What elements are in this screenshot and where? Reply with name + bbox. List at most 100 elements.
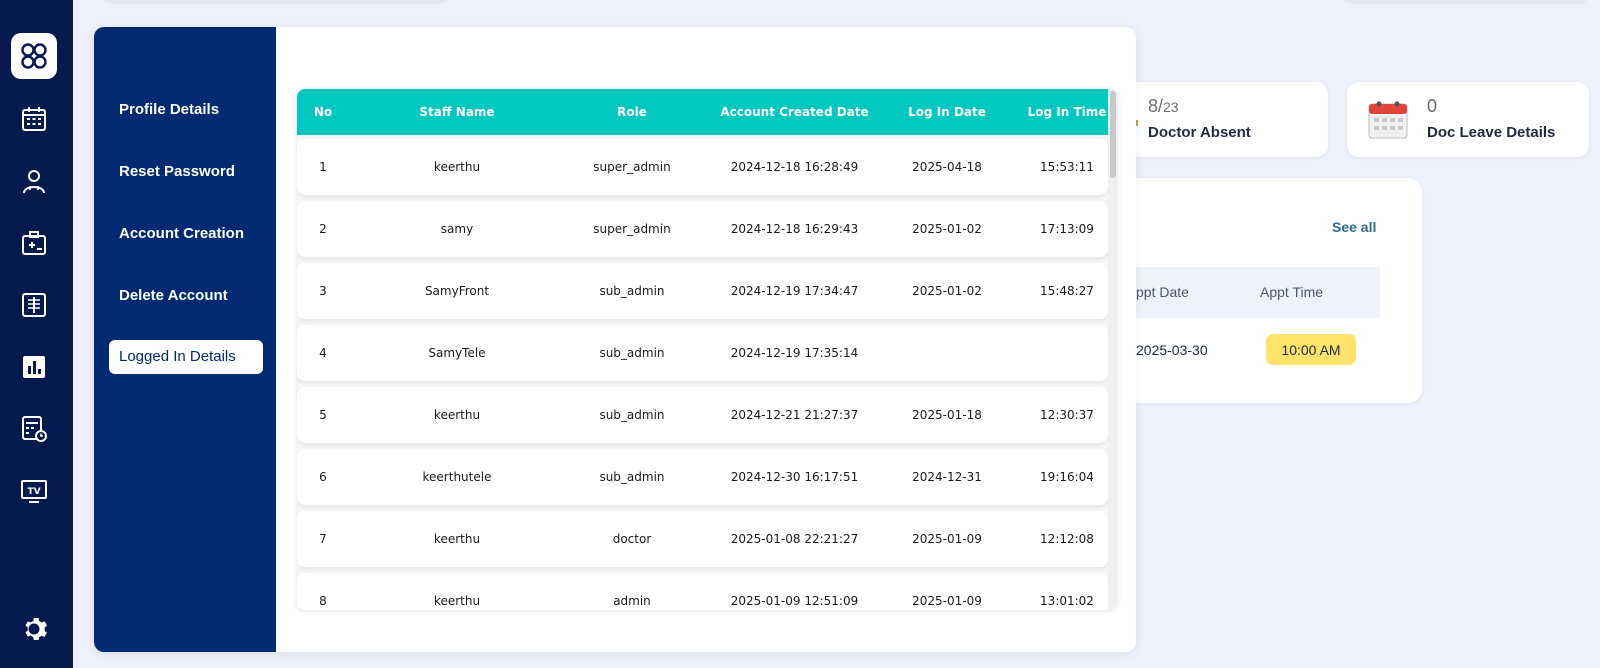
cell-staff-name: SamyTele [428,346,486,360]
doc-leave-card[interactable]: 0 Doc Leave Details [1347,82,1589,157]
cell-login-time: 15:53:11 [1040,160,1094,174]
cell-login-time: 12:12:08 [1040,532,1094,546]
leave-calendar-icon [1368,101,1408,139]
appt-time-badge: 10:00 AM [1266,334,1356,365]
nav-account-creation[interactable]: Account Creation [109,217,263,251]
doctor-absent-count: 8/ [1148,96,1164,116]
cell-created: 2024-12-19 17:34:47 [730,284,859,298]
bar-chart-icon [23,356,45,378]
cell-no: 4 [319,346,327,360]
table-row: 2 samy super_admin 2024-12-18 16:29:43 2… [297,201,1108,257]
table-scrollbar-thumb[interactable] [1110,91,1116,178]
appointments-table-header: ppt Date Appt Time [1100,267,1380,318]
table-row: 3 SamyFront sub_admin 2024-12-19 17:34:4… [297,263,1108,319]
doctor-absent-label: Doctor Absent [1148,124,1251,141]
appt-time-header: Appt Time [1260,284,1324,300]
rail-tv-button[interactable]: TV [11,468,57,514]
settings-icon [25,618,47,640]
appt-date-header: ppt Date [1136,284,1189,300]
rail-calendar-button[interactable] [11,96,57,142]
cell-staff-name: keerthu [433,594,481,608]
cell-staff-name: keerthu [433,408,481,422]
rail-medical-id-button[interactable] [11,220,57,266]
cell-staff-name: keerthu [433,532,481,546]
cell-role: sub_admin [599,346,665,360]
rail-dashboard-button[interactable] [11,33,57,79]
cell-login-time: 15:48:27 [1040,284,1094,298]
svg-text:TV: TV [27,487,40,497]
cell-role: sub_admin [599,470,665,484]
table-row: 4 SamyTele sub_admin 2024-12-19 17:35:14 [297,325,1108,381]
cell-role: super_admin [593,160,671,174]
cell-staff-name: SamyFront [424,284,490,298]
table-header: No Staff Name Role Account Created Date … [297,89,1117,135]
cell-created: 2024-12-18 16:29:43 [730,222,859,236]
cell-no: 3 [319,284,327,298]
cell-no: 6 [319,470,327,484]
table-row: 8 keerthu admin 2025-01-09 12:51:09 2025… [297,573,1108,610]
cell-staff-name: samy [440,222,474,236]
cell-login-time: 12:30:37 [1040,408,1094,422]
medical-id-icon [22,231,46,255]
doc-leave-count: 0 [1427,96,1438,116]
cell-role: admin [613,594,651,608]
dashboard-icon [21,43,47,69]
background-top-bar [100,0,450,4]
cell-no: 5 [319,408,327,422]
see-all-link[interactable]: See all [1332,219,1376,235]
cell-login-date: 2025-04-18 [912,160,982,174]
rail-xray-button[interactable] [11,282,57,328]
xray-icon [22,293,46,317]
doctor-icon [23,170,45,194]
doctor-absent-total: 23 [1163,99,1179,115]
cell-login-time: 19:16:04 [1040,470,1094,484]
cell-role: doctor [612,532,652,546]
background-top-bar-right [1340,0,1590,4]
calculator-clock-icon [22,416,47,442]
cell-no: 7 [319,532,327,546]
nav-reset-password[interactable]: Reset Password [109,155,263,189]
rail-doctor-button[interactable] [11,158,57,204]
cell-login-date: 2025-01-09 [912,594,982,608]
header-login-time: Log In Time [1027,105,1107,119]
cell-created: 2025-01-09 12:51:09 [730,594,859,608]
cell-staff-name: keerthutele [422,470,492,484]
logged-in-table: No Staff Name Role Account Created Date … [297,89,1117,610]
cell-login-date: 2025-01-02 [912,284,982,298]
header-account-created-date: Account Created Date [720,105,869,119]
cell-login-time: 13:01:02 [1040,594,1094,608]
cell-login-date: 2025-01-18 [912,408,982,422]
settings-modal: Profile Details Reset Password Account C… [94,27,1136,652]
cell-created: 2024-12-18 16:28:49 [730,160,859,174]
header-role: Role [617,105,647,119]
rail-analytics-button[interactable] [11,344,57,390]
cell-login-time: 17:13:09 [1040,222,1094,236]
table-scrollbar[interactable] [1108,89,1117,610]
table-row: 7 keerthu doctor 2025-01-08 22:21:27 202… [297,511,1108,567]
nav-logged-in-details[interactable]: Logged In Details [109,340,263,374]
cell-created: 2024-12-19 17:35:14 [730,346,859,360]
rail-billing-button[interactable] [11,406,57,452]
cell-created: 2024-12-30 16:17:51 [730,470,859,484]
appt-date-value: 2025-03-30 [1136,342,1208,358]
cell-no: 8 [319,594,327,608]
nav-profile-details[interactable]: Profile Details [109,93,263,127]
table-row: 5 keerthu sub_admin 2024-12-21 21:27:37 … [297,387,1108,443]
cell-no: 2 [319,222,327,236]
cell-no: 1 [319,160,327,174]
nav-delete-account[interactable]: Delete Account [109,279,263,313]
doc-leave-label: Doc Leave Details [1427,124,1556,141]
icon-rail: TV [0,0,73,668]
table-row: 6 keerthutele sub_admin 2024-12-30 16:17… [297,449,1108,505]
header-staff-name: Staff Name [419,105,495,119]
cell-login-date: 2024-12-31 [912,470,982,484]
rail-settings-button[interactable] [11,606,57,652]
cell-role: sub_admin [599,284,665,298]
table-row: 1 keerthu super_admin 2024-12-18 16:28:4… [297,139,1108,195]
cell-staff-name: keerthu [433,160,481,174]
cell-created: 2024-12-21 21:27:37 [730,408,859,422]
cell-role: super_admin [593,222,671,236]
calendar-icon [22,107,46,131]
cell-login-date: 2025-01-09 [912,532,982,546]
cell-login-date: 2025-01-02 [912,222,982,236]
